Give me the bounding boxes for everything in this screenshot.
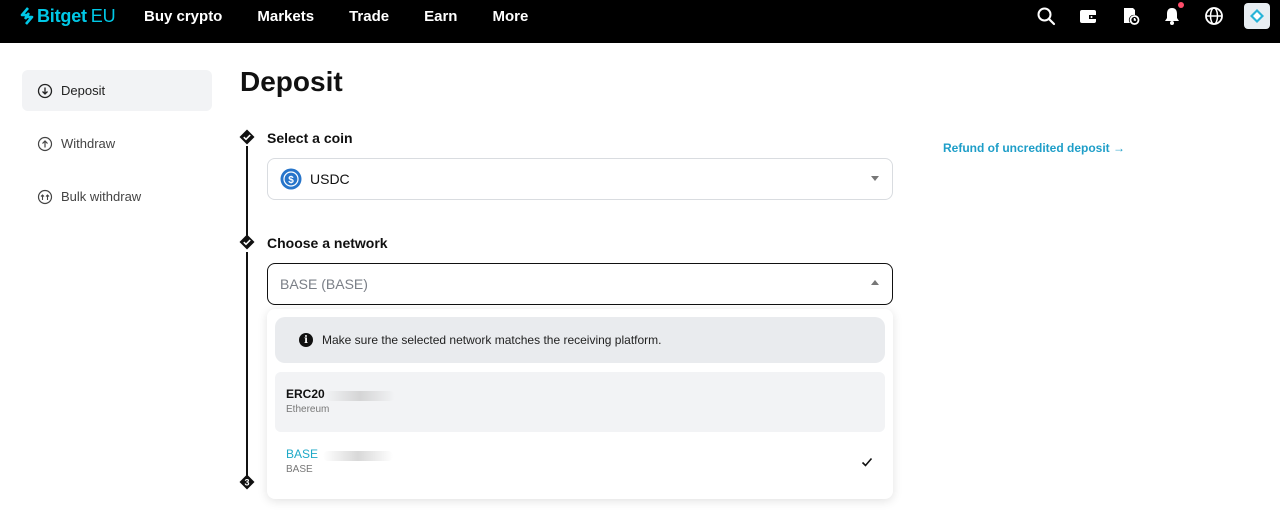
network-option-erc20[interactable]: ERC20 Ethereum (275, 372, 885, 432)
brand-name: Bitget (37, 5, 87, 26)
step-connector (246, 252, 248, 480)
arrow-down-circle-icon (37, 83, 53, 99)
coin-select-value: USDC (310, 171, 350, 187)
network-option-sub: Ethereum (286, 404, 330, 415)
globe-icon[interactable] (1204, 6, 1224, 26)
sidebar: Deposit Withdraw Bulk withdraw (22, 70, 212, 229)
page-title: Deposit (240, 66, 343, 97)
network-option-sub: BASE (286, 464, 313, 475)
sidebar-item-label: Withdraw (61, 136, 116, 151)
bell-icon[interactable] (1162, 2, 1184, 26)
avatar[interactable] (1244, 3, 1270, 29)
top-navbar: Bitget EU Buy crypto Markets Trade Earn … (0, 0, 1280, 43)
nav-earn[interactable]: Earn (424, 8, 457, 25)
refund-uncredited-deposit-link[interactable]: Refund of uncredited deposit → (943, 141, 1125, 155)
nav-more[interactable]: More (492, 8, 528, 25)
notification-dot (1178, 2, 1184, 8)
nav-trade[interactable]: Trade (349, 8, 389, 25)
arrow-up-circle-icon (37, 136, 53, 152)
step-number-marker: 3 (239, 474, 255, 490)
brand-region: EU (90, 5, 116, 26)
sidebar-item-label: Deposit (61, 83, 106, 98)
nav-actions (1014, 2, 1270, 30)
redacted-blur (323, 451, 393, 461)
sidebar-item-withdraw[interactable]: Withdraw (22, 123, 212, 164)
svg-text:3: 3 (244, 478, 249, 488)
network-option-name: ERC20 (286, 387, 325, 401)
arrow-right-icon: → (1113, 141, 1126, 155)
network-option-name: BASE (286, 447, 319, 461)
refund-link-label: Refund of uncredited deposit (943, 141, 1110, 155)
bulk-arrows-circle-icon (37, 189, 53, 205)
redacted-blur (325, 391, 395, 401)
sidebar-item-label: Bulk withdraw (61, 189, 142, 204)
network-dropdown: i Make sure the selected network matches… (267, 309, 893, 499)
orders-icon[interactable] (1120, 6, 1140, 26)
main-nav: Buy crypto Markets Trade Earn More (144, 4, 563, 28)
svg-text:$: $ (288, 175, 294, 186)
sidebar-item-deposit[interactable]: Deposit (22, 70, 212, 111)
network-select-value: BASE (BASE) (280, 276, 368, 292)
checkmark-icon (861, 457, 873, 467)
step-check-icon (239, 234, 255, 250)
step-choose-network-label: Choose a network (267, 235, 388, 251)
usdc-coin-icon: $ (280, 168, 302, 190)
step-check-icon (239, 129, 255, 145)
sidebar-item-bulk-withdraw[interactable]: Bulk withdraw (22, 176, 212, 217)
nav-buy-crypto[interactable]: Buy crypto (144, 8, 222, 25)
chevron-up-icon (871, 280, 879, 285)
chevron-down-icon (871, 176, 879, 181)
network-notice: i Make sure the selected network matches… (275, 317, 885, 363)
network-notice-text: Make sure the selected network matches t… (322, 333, 662, 347)
search-icon[interactable] (1036, 6, 1056, 26)
network-select[interactable]: BASE (BASE) (267, 263, 893, 305)
wallet-icon[interactable] (1078, 6, 1098, 26)
coin-select[interactable]: $ USDC (267, 158, 893, 200)
bitget-logo-mark-icon (20, 7, 34, 25)
info-icon: i (299, 333, 313, 347)
step-select-coin-label: Select a coin (267, 130, 353, 146)
bitget-logo[interactable]: Bitget EU (20, 4, 116, 28)
nav-markets[interactable]: Markets (257, 8, 314, 25)
step-connector (246, 146, 248, 236)
network-option-base[interactable]: BASE BASE (275, 432, 885, 492)
